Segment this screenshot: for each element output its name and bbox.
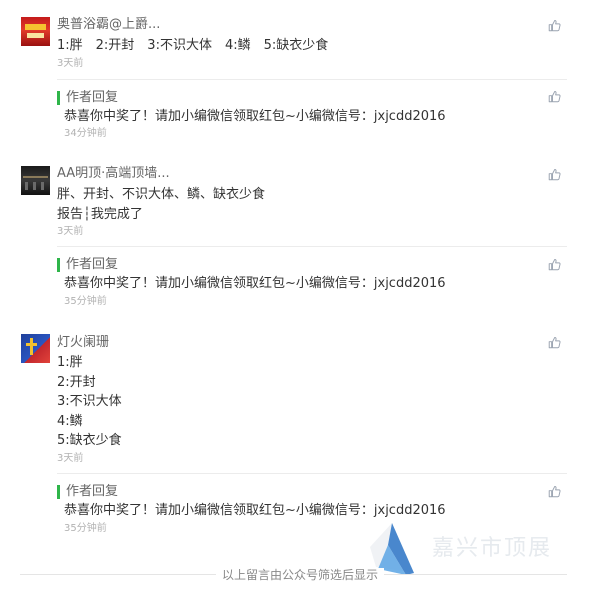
divider <box>57 473 567 474</box>
avatar[interactable] <box>21 166 50 195</box>
comment-text: 5:缺衣少食 <box>57 433 122 448</box>
author-reply-text: 恭喜你中奖了！请加小编微信领取红包~小编微信号：jxjcdd2016 <box>64 109 446 124</box>
comment-time: 3天前 <box>57 226 84 237</box>
comment-text: 1:胖 <box>57 355 83 370</box>
thumbs-up-icon[interactable] <box>548 19 561 32</box>
comment-text: 2:开封 <box>57 375 96 390</box>
comment-text: 报告┆我完成了 <box>57 207 143 222</box>
comment-text: 3:不识大体 <box>57 394 122 409</box>
thumbs-up-icon[interactable] <box>548 258 561 271</box>
comment-time: 3天前 <box>57 58 84 69</box>
thumbs-up-icon[interactable] <box>548 485 561 498</box>
divider <box>57 246 567 247</box>
divider <box>57 79 567 80</box>
comment-nickname[interactable]: 灯火阑珊 <box>57 334 109 352</box>
comment-nickname[interactable]: 奥普浴霸@上爵... <box>57 16 160 34</box>
comment-nickname[interactable]: AA明顶·高端顶墙... <box>57 165 170 183</box>
footer-note: 以上留言由公众号筛选后显示 <box>0 566 600 583</box>
watermark-text: 嘉兴市顶展 <box>432 536 553 561</box>
author-reply-time: 35分钟前 <box>64 296 107 307</box>
author-reply-time: 34分钟前 <box>64 128 107 139</box>
comment-time: 3天前 <box>57 453 84 464</box>
comment-text: 1:胖 2:开封 3:不识大体 4:鳞 5:缺衣少食 <box>57 38 329 53</box>
avatar[interactable] <box>21 334 50 363</box>
author-reply-time: 35分钟前 <box>64 523 107 534</box>
comment-text: 4:鳞 <box>57 414 83 429</box>
avatar[interactable] <box>21 17 50 46</box>
author-reply-label: 作者回复 <box>57 91 118 105</box>
thumbs-up-icon[interactable] <box>548 168 561 181</box>
author-reply-label: 作者回复 <box>57 485 118 499</box>
author-reply-label: 作者回复 <box>57 258 118 272</box>
comment-text: 胖、开封、不识大体、鳞、缺衣少食 <box>57 187 266 202</box>
thumbs-up-icon[interactable] <box>548 336 561 349</box>
author-reply-text: 恭喜你中奖了！请加小编微信领取红包~小编微信号：jxjcdd2016 <box>64 276 446 291</box>
footer-text: 以上留言由公众号筛选后显示 <box>215 568 384 582</box>
thumbs-up-icon[interactable] <box>548 90 561 103</box>
